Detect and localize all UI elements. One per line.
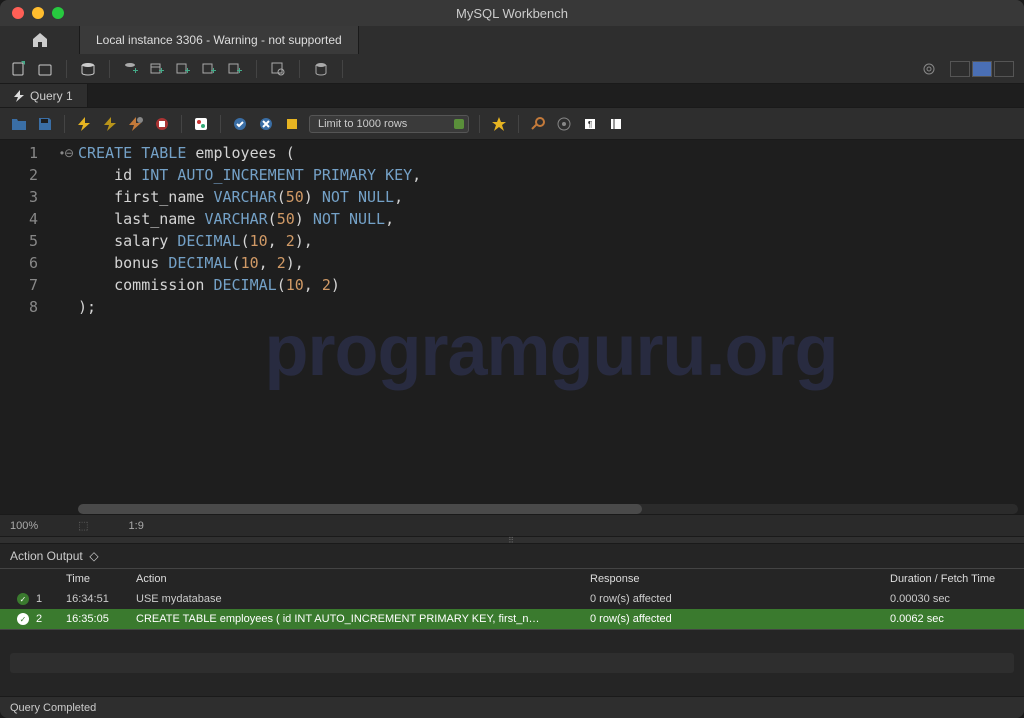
- cursor-position: 1:9: [129, 520, 144, 532]
- horizontal-scrollbar[interactable]: [78, 504, 1018, 514]
- beautify-icon[interactable]: [490, 115, 508, 133]
- create-view-icon[interactable]: [174, 60, 192, 78]
- fold-column: •⊖: [56, 140, 78, 514]
- line-number: 3: [0, 186, 56, 208]
- open-sql-icon[interactable]: [36, 60, 54, 78]
- query-tab[interactable]: Query 1: [0, 84, 88, 107]
- col-duration-header: Duration / Fetch Time: [884, 573, 1024, 585]
- footer-status: Query Completed: [10, 702, 96, 714]
- connection-tab-label: Local instance 3306 - Warning - not supp…: [96, 33, 342, 47]
- zoom-level[interactable]: 100%: [10, 520, 38, 532]
- success-icon: ✓: [17, 593, 29, 605]
- status-footer: Query Completed: [0, 696, 1024, 718]
- editor-toolbar: Limit to 1000 rows ¶: [0, 108, 1024, 140]
- reconnect-icon[interactable]: [312, 60, 330, 78]
- stop-icon[interactable]: [153, 115, 171, 133]
- search-table-icon[interactable]: [269, 60, 287, 78]
- inspector-icon[interactable]: [79, 60, 97, 78]
- create-function-icon[interactable]: [226, 60, 244, 78]
- toggle-output[interactable]: [972, 61, 992, 77]
- titlebar: MySQL Workbench: [0, 0, 1024, 26]
- limit-rows-label: Limit to 1000 rows: [318, 118, 407, 130]
- window-title: MySQL Workbench: [456, 6, 568, 21]
- connection-tab[interactable]: Local instance 3306 - Warning - not supp…: [80, 26, 359, 54]
- empty-placeholder: [10, 653, 1014, 673]
- invisible-chars-icon[interactable]: [555, 115, 573, 133]
- col-response-header: Response: [584, 573, 884, 585]
- wrap-icon[interactable]: ¶: [581, 115, 599, 133]
- line-number: 5: [0, 230, 56, 252]
- svg-text:¶: ¶: [588, 120, 592, 129]
- line-number: 2: [0, 164, 56, 186]
- explain-icon[interactable]: [127, 115, 145, 133]
- line-number: 1: [0, 142, 56, 164]
- execute-icon[interactable]: [75, 115, 93, 133]
- create-table-icon[interactable]: [148, 60, 166, 78]
- line-gutter: 1 2 3 4 5 6 7 8: [0, 140, 56, 514]
- snippets-icon[interactable]: [607, 115, 625, 133]
- editor-statusbar: 100% ⬚ 1:9: [0, 514, 1024, 536]
- output-header-row: Time Action Response Duration / Fetch Ti…: [0, 569, 1024, 589]
- create-schema-icon[interactable]: [122, 60, 140, 78]
- open-file-icon[interactable]: [10, 115, 28, 133]
- save-icon[interactable]: [36, 115, 54, 133]
- limit-rows-dropdown[interactable]: Limit to 1000 rows: [309, 115, 469, 133]
- commit-icon[interactable]: [231, 115, 249, 133]
- query-tab-label: Query 1: [30, 89, 73, 103]
- output-row[interactable]: ✓ 2 16:35:05 CREATE TABLE employees ( id…: [0, 609, 1024, 629]
- output-table: Time Action Response Duration / Fetch Ti…: [0, 568, 1024, 630]
- fold-marker-icon[interactable]: •⊖: [56, 142, 78, 164]
- toggle-sidebar[interactable]: [950, 61, 970, 77]
- rollback-icon[interactable]: [257, 115, 275, 133]
- line-number: 6: [0, 252, 56, 274]
- line-number: 8: [0, 296, 56, 318]
- toggle-secondary-sidebar[interactable]: [994, 61, 1014, 77]
- find-icon[interactable]: [529, 115, 547, 133]
- window-minimize-button[interactable]: [32, 7, 44, 19]
- main-toolbar: [0, 54, 1024, 84]
- watermark-text: programguru.org: [78, 340, 1024, 362]
- output-row[interactable]: ✓ 1 16:34:51 USE mydatabase 0 row(s) aff…: [0, 589, 1024, 609]
- toggle-autocommit-icon[interactable]: [192, 115, 210, 133]
- col-time-header: Time: [66, 573, 130, 585]
- home-icon: [32, 32, 48, 48]
- toggle-limit-icon[interactable]: [283, 115, 301, 133]
- query-tabbar: Query 1: [0, 84, 1024, 108]
- line-number: 4: [0, 208, 56, 230]
- window-zoom-button[interactable]: [52, 7, 64, 19]
- settings-gear-icon[interactable]: [920, 60, 938, 78]
- execute-current-icon[interactable]: [101, 115, 119, 133]
- lightning-icon: [14, 90, 24, 102]
- code-content[interactable]: CREATE TABLE employees ( id INT AUTO_INC…: [78, 140, 1024, 514]
- output-splitter[interactable]: ⠿: [0, 536, 1024, 544]
- connection-tabbar: Local instance 3306 - Warning - not supp…: [0, 26, 1024, 54]
- create-procedure-icon[interactable]: [200, 60, 218, 78]
- line-number: 7: [0, 274, 56, 296]
- sql-editor[interactable]: 1 2 3 4 5 6 7 8 •⊖ CREATE TABLE employee…: [0, 140, 1024, 514]
- window-close-button[interactable]: [12, 7, 24, 19]
- col-action-header: Action: [130, 573, 584, 585]
- output-type-dropdown[interactable]: Action Output ◇: [10, 549, 99, 563]
- output-panel: Action Output ◇ Time Action Response Dur…: [0, 544, 1024, 696]
- success-icon: ✓: [17, 613, 29, 625]
- home-tab[interactable]: [0, 26, 80, 54]
- new-sql-tab-icon[interactable]: [10, 60, 28, 78]
- app-window: MySQL Workbench Local instance 3306 - Wa…: [0, 0, 1024, 718]
